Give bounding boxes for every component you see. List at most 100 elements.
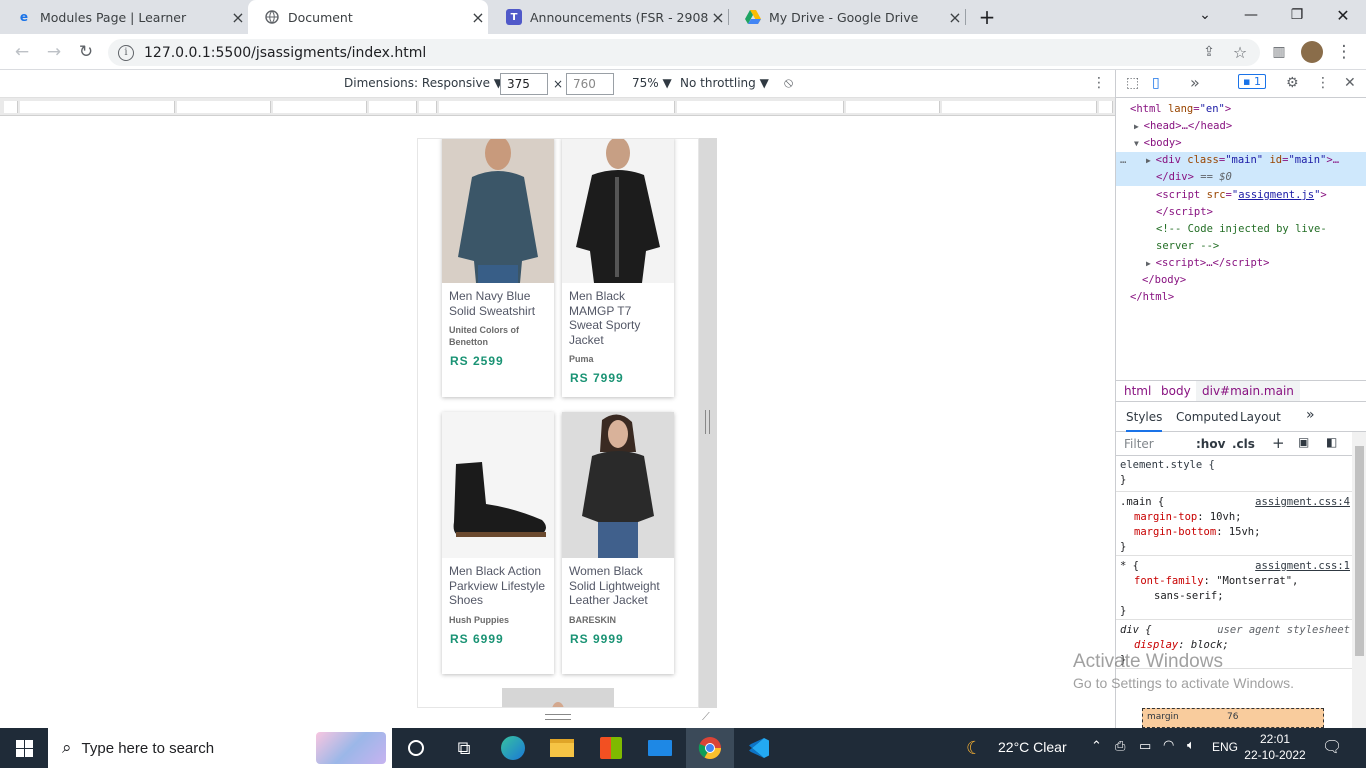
product-card[interactable]: Women Black Solid Lightweight Leather Ja…: [562, 412, 674, 674]
device-height-input[interactable]: [566, 73, 614, 95]
close-tab-icon[interactable]: ×: [945, 8, 965, 27]
breadcrumb-body[interactable]: body: [1161, 384, 1191, 398]
device-more-icon[interactable]: ⋮: [1092, 75, 1106, 91]
box-model-margin[interactable]: margin 76: [1142, 708, 1324, 728]
devtools-menu-icon[interactable]: ⋮: [1316, 75, 1330, 91]
close-devtools-icon[interactable]: ✕: [1344, 75, 1356, 91]
ruler-segment[interactable]: [439, 101, 675, 113]
weather-moon-icon[interactable]: ☾: [966, 738, 982, 759]
reload-button[interactable]: ↻: [74, 40, 98, 64]
product-card[interactable]: Men Black MAMGP T7 Sweat Sporty Jacket P…: [562, 139, 674, 397]
stylesheet-link[interactable]: assigment.css:4: [1255, 495, 1350, 510]
rule-universal[interactable]: * {assigment.css:1 font-family: "Montser…: [1116, 557, 1352, 620]
close-window-button[interactable]: ✕: [1320, 0, 1366, 30]
tab-computed[interactable]: Computed: [1176, 410, 1238, 424]
file-explorer-icon[interactable]: [538, 728, 586, 768]
vscode-icon[interactable]: [735, 728, 783, 768]
ruler-segment[interactable]: [4, 101, 18, 113]
windows-start-icon[interactable]: [0, 728, 48, 768]
styles-scrollbar[interactable]: [1352, 432, 1366, 728]
corner-resize-grip-icon[interactable]: ⟋: [702, 710, 710, 724]
volume-icon[interactable]: 🔈︎: [1187, 738, 1195, 753]
device-width-input[interactable]: [500, 73, 548, 95]
product-image[interactable]: [442, 412, 554, 558]
dom-node-script-injected[interactable]: ▶ <script>…</script>: [1146, 255, 1269, 272]
more-tabs-chevron-icon[interactable]: »: [1190, 73, 1200, 92]
product-image[interactable]: [442, 139, 554, 283]
notifications-icon[interactable]: 🗨︎: [1322, 737, 1342, 756]
restore-button[interactable]: ❐: [1274, 0, 1320, 30]
ruler-segment[interactable]: [942, 101, 1097, 113]
wifi-icon[interactable]: ◠: [1163, 738, 1174, 753]
dom-node-html[interactable]: <html lang="en">: [1130, 101, 1231, 118]
scrollbar-thumb[interactable]: [1355, 446, 1364, 656]
mail-icon[interactable]: [636, 728, 684, 768]
tab-layout[interactable]: Layout: [1240, 410, 1281, 424]
microsoft-store-icon[interactable]: [587, 728, 635, 768]
task-view-icon[interactable]: ⧉: [440, 728, 488, 768]
toggle-sidebar-icon[interactable]: ◧: [1326, 435, 1337, 449]
chrome-icon[interactable]: [686, 728, 734, 768]
styles-filter-input[interactable]: Filter: [1124, 437, 1154, 451]
paint-brush-icon[interactable]: ▣: [1298, 435, 1309, 449]
tab-styles[interactable]: Styles: [1126, 410, 1163, 432]
settings-gear-icon[interactable]: ⚙: [1286, 75, 1299, 91]
hover-state-toggle[interactable]: :hov: [1196, 437, 1225, 451]
ruler-segment[interactable]: [1099, 101, 1113, 113]
tray-chevron-up-icon[interactable]: ⌃: [1091, 739, 1102, 754]
zoom-select[interactable]: 75% ▼: [632, 76, 672, 90]
tab-document[interactable]: Document ×: [248, 0, 488, 34]
new-rule-plus-icon[interactable]: +: [1272, 434, 1285, 452]
bookmark-star-icon[interactable]: ☆: [1228, 40, 1252, 64]
ruler-segment[interactable]: [177, 101, 271, 113]
product-image[interactable]: [562, 139, 674, 283]
profile-avatar[interactable]: [1300, 40, 1324, 64]
ruler-segment[interactable]: [20, 101, 175, 113]
rule-main[interactable]: .main {assigment.css:4 margin-top: 10vh;…: [1116, 493, 1352, 556]
rotate-icon[interactable]: ⦸: [784, 75, 793, 91]
breadcrumb-div-main[interactable]: div#main.main: [1196, 381, 1300, 401]
device-toggle-icon[interactable]: ▯: [1152, 75, 1160, 91]
more-style-tabs-chevron-icon[interactable]: »: [1306, 407, 1315, 423]
rule-element-style[interactable]: element.style {}: [1116, 456, 1352, 492]
product-card[interactable]: Men Navy Blue Solid Sweatshirt United Co…: [442, 139, 554, 397]
bottom-resize-grip-icon[interactable]: [545, 714, 571, 720]
dimensions-select[interactable]: Dimensions: Responsive ▼: [344, 76, 503, 90]
ruler-segment[interactable]: [419, 101, 437, 113]
new-tab-button[interactable]: +: [964, 0, 1010, 34]
dom-node-head[interactable]: ▶ <head>…</head>: [1134, 118, 1232, 135]
close-tab-icon[interactable]: ×: [468, 8, 488, 27]
tab-announcements[interactable]: T Announcements (FSR - 290822B ×: [490, 0, 728, 34]
ruler-segment[interactable]: [846, 101, 940, 113]
breadcrumb-html[interactable]: html: [1124, 384, 1151, 398]
product-image-partial[interactable]: [502, 688, 614, 707]
close-tab-icon[interactable]: ×: [708, 8, 728, 27]
product-image[interactable]: [562, 412, 674, 558]
class-toggle[interactable]: .cls: [1232, 437, 1255, 451]
side-panel-icon[interactable]: ▥: [1267, 40, 1291, 64]
site-info-icon[interactable]: i: [118, 44, 134, 61]
taskbar-search-box[interactable]: ⌕ Type here to search: [48, 728, 392, 768]
tab-search-chevron-icon[interactable]: ⌄: [1182, 0, 1228, 30]
dom-node-body[interactable]: ▼ <body>: [1134, 135, 1182, 152]
weather-text[interactable]: 22°C Clear: [998, 739, 1067, 755]
battery-icon[interactable]: ▭: [1139, 739, 1151, 754]
viewport-resize-handle[interactable]: [699, 138, 717, 708]
dom-node-main-selected[interactable]: … ▶ <div class="main" id="main">… </div>…: [1116, 152, 1366, 186]
ruler-segment[interactable]: [273, 101, 367, 113]
close-tab-icon[interactable]: ×: [228, 8, 248, 27]
throttling-select[interactable]: No throttling ▼: [680, 76, 769, 90]
tab-google-drive[interactable]: My Drive - Google Drive ×: [729, 0, 965, 34]
ruler-segment[interactable]: [369, 101, 417, 113]
forward-button[interactable]: →: [42, 40, 66, 64]
dom-node-comment[interactable]: <!-- Code injected by live-: [1156, 221, 1327, 238]
ruler-segment[interactable]: [677, 101, 844, 113]
clock[interactable]: 22:01 22-10-2022: [1244, 731, 1306, 763]
media-query-ruler[interactable]: [0, 98, 1115, 116]
share-icon[interactable]: ⇪: [1197, 40, 1221, 64]
cortana-circle-icon[interactable]: [392, 728, 440, 768]
resize-grip-icon[interactable]: [705, 410, 710, 434]
tab-modules[interactable]: e Modules Page | Learner ×: [0, 0, 248, 34]
issues-badge[interactable]: ▪ 1: [1238, 74, 1266, 89]
edge-browser-icon[interactable]: [489, 728, 537, 768]
